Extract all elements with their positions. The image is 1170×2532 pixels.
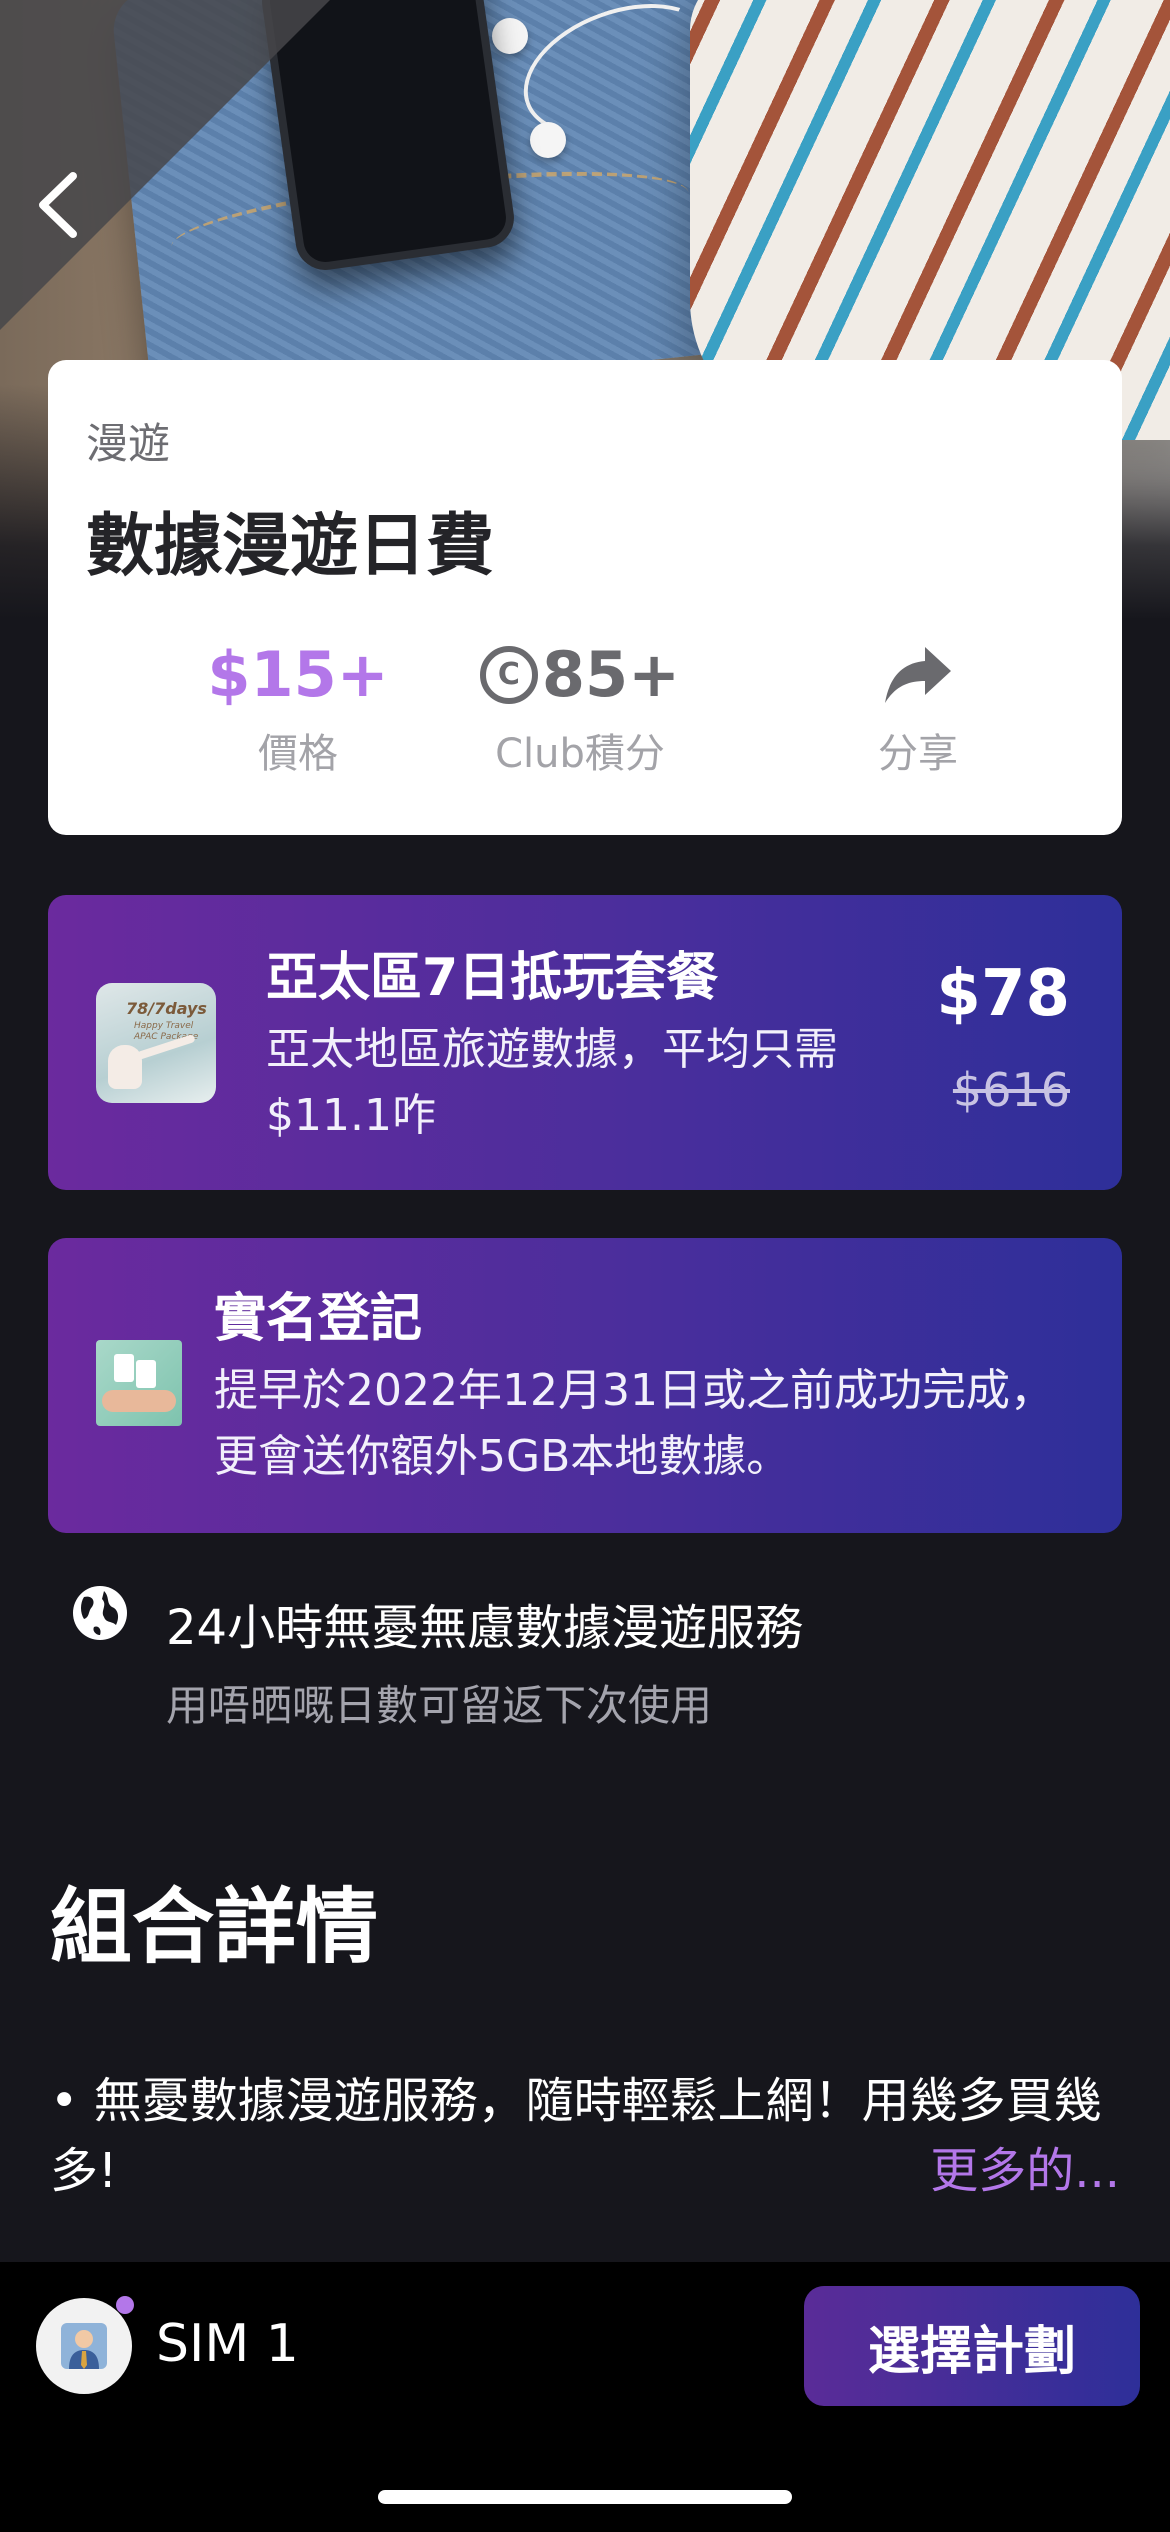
product-category: 漫遊	[86, 419, 171, 468]
registration-thumbnail	[96, 1340, 182, 1426]
apac-package-title: 亞太區7日抵玩套餐	[266, 948, 719, 1008]
registration-description: 提早於2022年12月31日或之前成功完成，更會送你額外5GB本地數據。	[214, 1365, 1054, 1482]
feature-subtitle: 用唔晒嘅日數可留返下次使用	[166, 1681, 713, 1730]
club-points-value-row: C 85+	[420, 635, 740, 715]
apac-package-original-price: $616	[952, 1063, 1070, 1117]
price-stat: $15+ 價格	[138, 635, 458, 779]
chevron-left-icon	[39, 172, 77, 238]
club-points-value: 85+	[541, 638, 681, 711]
feature-title: 24小時無憂無慮數據漫遊服務	[166, 1600, 804, 1656]
status-dot	[116, 2296, 134, 2314]
share-label: 分享	[878, 731, 958, 777]
price-label: 價格	[258, 731, 338, 777]
home-indicator	[378, 2490, 792, 2504]
thumbnail-subtext: Happy Travel APAC Package	[134, 1021, 199, 1042]
hero-earbud	[530, 122, 566, 158]
apac-package-description: 亞太地區旅遊數據，平均只需$11.1咋	[266, 1024, 838, 1141]
registration-card[interactable]: 實名登記 提早於2022年12月31日或之前成功完成，更會送你額外5GB本地數據…	[48, 1238, 1122, 1533]
thumbnail-hand	[102, 1390, 176, 1412]
more-link[interactable]: 更多的...	[930, 2136, 1120, 2206]
select-plan-button[interactable]: 選擇計劃	[804, 2286, 1140, 2406]
details-heading: 組合詳情	[50, 1880, 379, 1975]
apac-package-price: $78	[936, 957, 1070, 1031]
person-icon	[61, 2323, 107, 2369]
apac-package-card[interactable]: 78/7days Happy Travel APAC Package 亞太區7日…	[48, 895, 1122, 1190]
apac-package-thumbnail: 78/7days Happy Travel APAC Package	[96, 983, 216, 1103]
price-value: $15+	[207, 638, 389, 711]
page: 漫遊 數據漫遊日費 $15+ 價格 C 85+ Club積分 分享 78/7da…	[0, 0, 1170, 2532]
back-button[interactable]	[22, 160, 92, 250]
globe-icon	[73, 1586, 127, 1640]
club-points-stat: C 85+ Club積分	[420, 635, 740, 779]
thumbnail-text: 78/7days	[126, 999, 207, 1018]
share-icon	[885, 647, 951, 703]
registration-title: 實名登記	[214, 1289, 423, 1349]
share-icon-wrap	[758, 635, 1078, 715]
thumbnail-card	[136, 1360, 156, 1388]
hero-earbud	[492, 18, 528, 54]
club-points-label: Club積分	[495, 731, 665, 777]
product-card: 漫遊 數據漫遊日費 $15+ 價格 C 85+ Club積分 分享	[48, 360, 1122, 835]
share-button[interactable]: 分享	[758, 635, 1078, 779]
thumbnail-card	[114, 1354, 134, 1382]
product-title: 數據漫遊日費	[86, 507, 495, 586]
sim-label[interactable]: SIM 1	[156, 2314, 299, 2374]
club-points-icon: C	[479, 646, 538, 704]
sim-avatar[interactable]	[36, 2298, 132, 2394]
